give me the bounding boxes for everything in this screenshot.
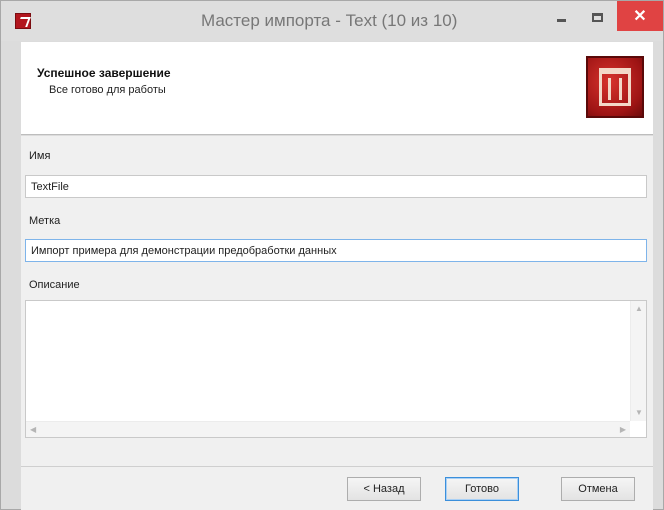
step-title: Успешное завершение	[37, 66, 171, 80]
close-button[interactable]: ✕	[617, 1, 663, 31]
tag-field[interactable]	[25, 239, 647, 262]
maximize-button[interactable]	[579, 1, 615, 33]
name-label: Имя	[29, 150, 51, 162]
scroll-right-icon[interactable]: ▶	[620, 426, 626, 434]
wizard-header: Успешное завершение Все готово для работ…	[21, 42, 653, 135]
finish-button[interactable]: Готово	[445, 477, 519, 501]
scroll-down-icon[interactable]: ▼	[635, 409, 643, 417]
minimize-icon	[556, 18, 566, 22]
window-title: Мастер импорта - Text (10 из 10)	[201, 11, 458, 30]
description-text[interactable]	[26, 301, 630, 421]
cancel-button[interactable]: Отмена	[561, 477, 635, 501]
horizontal-scrollbar[interactable]: ◀ ▶	[26, 421, 630, 437]
tag-label: Метка	[29, 215, 61, 227]
description-label: Описание	[29, 279, 80, 291]
logo-glyph	[599, 68, 631, 106]
vertical-scrollbar[interactable]: ▲ ▼	[630, 301, 646, 421]
button-bar: < Назад Готово Отмена	[21, 466, 653, 510]
import-wizard-window: Мастер импорта - Text (10 из 10) ✕ Успеш…	[0, 0, 664, 510]
step-subtitle: Все готово для работы	[49, 84, 166, 96]
back-button[interactable]: < Назад	[347, 477, 421, 501]
scroll-up-icon[interactable]: ▲	[635, 305, 643, 313]
close-icon: ✕	[633, 8, 647, 25]
name-field[interactable]	[25, 175, 647, 198]
scroll-left-icon[interactable]: ◀	[30, 426, 36, 434]
form-body: Имя Метка Описание ▲ ▼ ◀ ▶	[21, 136, 653, 466]
maximize-icon	[591, 12, 603, 22]
title-bar[interactable]: Мастер импорта - Text (10 из 10) ✕	[1, 1, 663, 41]
description-textarea[interactable]: ▲ ▼ ◀ ▶	[25, 300, 647, 438]
wizard-logo-icon	[586, 56, 644, 118]
minimize-button[interactable]	[543, 1, 579, 33]
app-icon[interactable]	[15, 13, 31, 29]
